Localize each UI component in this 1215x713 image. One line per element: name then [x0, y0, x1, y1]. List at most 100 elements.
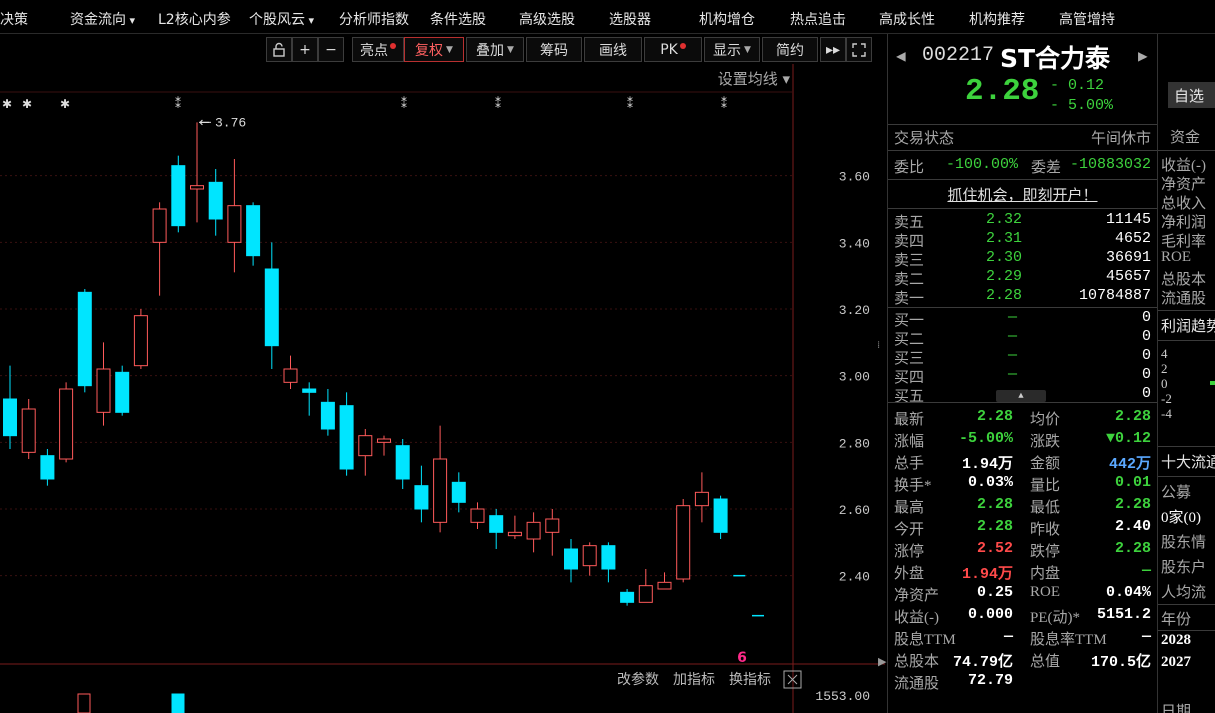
stat-row: 涨停 2.52 跌停 2.28	[894, 540, 1151, 560]
watchlist-button[interactable]: 自选	[1168, 82, 1215, 108]
event-marker-icon[interactable]: ⁑	[175, 96, 181, 111]
menu-item-10[interactable]: 高成长性	[879, 9, 935, 29]
ask-row[interactable]: 卖五 2.32 11145	[894, 211, 1151, 231]
menu-item-11[interactable]: 机构推荐	[969, 9, 1025, 29]
ask-row[interactable]: 卖一 2.28 10784887	[894, 287, 1151, 307]
stat-label: 股息率TTM	[1030, 632, 1107, 648]
arrow-head-icon: ←	[199, 115, 210, 130]
stat-label: 收益(-)	[894, 610, 939, 626]
stat-value: 2.52	[976, 540, 1013, 557]
price-tick-label: 2.40	[839, 570, 870, 585]
prev-stock-arrow-icon[interactable]: ◀	[896, 46, 906, 66]
stat-label: 涨停	[894, 544, 925, 560]
divider	[1158, 150, 1215, 151]
liangdian-button[interactable]: 亮点	[352, 37, 404, 62]
menu-item-12[interactable]: 高管增持	[1059, 9, 1115, 29]
stat-label: PE(动)*	[1030, 610, 1080, 626]
volume-bar	[171, 693, 185, 713]
stat-label: 今开	[894, 522, 925, 538]
kline-candle	[59, 388, 74, 460]
diejia-label: 叠加	[476, 42, 505, 59]
menu-item-8[interactable]: 机构增仓	[699, 9, 755, 29]
menu-item-2[interactable]: L2核心内参	[158, 9, 231, 29]
quote-panel: ◀ 002217 ST合力泰 ▶ 2.28 - 0.12 - 5.00% 交易状…	[887, 34, 1157, 713]
divider	[1158, 340, 1215, 341]
ask-row[interactable]: 卖二 2.29 45657	[894, 268, 1151, 288]
stat-label: 最高	[894, 500, 925, 516]
kline-chart[interactable]: 3.60 3.40 3.20 3.00 2.80 2.60 2.40 设置均线 ▾ ✱ ✱ ✱ ⁑ ⁑ ⁑…	[0, 64, 885, 713]
zoom-in-button[interactable]: +	[292, 37, 318, 62]
menu-item-0[interactable]: 决策	[0, 9, 28, 29]
stat-label: 涨幅	[894, 434, 925, 450]
bid-row[interactable]: 买一 — 0	[894, 309, 1151, 329]
kline-candle	[601, 545, 616, 570]
trade-status-label: 交易状态	[894, 131, 955, 148]
indicator-link-0[interactable]: 改参数	[617, 671, 659, 688]
finance-item: ROE	[1161, 249, 1191, 265]
indicator-link-2[interactable]: 换指标	[729, 671, 771, 688]
xianshi-dropdown[interactable]: 显示 ▼	[704, 37, 760, 62]
menu-item-4[interactable]: 分析师指数	[339, 9, 409, 29]
kline-candle	[358, 435, 373, 457]
divider	[888, 208, 1157, 209]
divider	[1158, 446, 1215, 447]
menu-item-3[interactable]: 个股风云 ▾	[249, 9, 314, 29]
bid-row[interactable]: 买二 — 0	[894, 328, 1151, 348]
finance-item: 毛利率	[1161, 234, 1207, 250]
ask-price: 2.29	[986, 268, 1023, 285]
finance-item: 总收入	[1161, 196, 1207, 212]
diejia-dropdown[interactable]: 叠加 ▼	[466, 37, 524, 62]
menu-item-6[interactable]: 高级选股	[519, 9, 575, 29]
stat-label: 跌停	[1030, 544, 1061, 560]
bid-row[interactable]: 买四 — 0	[894, 366, 1151, 386]
menu-item-5[interactable]: 条件选股	[430, 9, 486, 29]
event-marker-icon[interactable]: ⁑	[401, 96, 407, 111]
fullscreen-button[interactable]	[846, 37, 872, 62]
panel-splitter[interactable]: ⁞	[877, 340, 885, 356]
event-marker-icon[interactable]: ✱	[2, 97, 12, 111]
weicha-label: 委差	[1031, 160, 1062, 177]
kline-candle	[190, 185, 204, 190]
ask-row[interactable]: 卖三 2.30 36691	[894, 249, 1151, 269]
expand-panel-button[interactable]: ▸▸	[820, 37, 846, 62]
menu-item-7[interactable]: 选股器	[609, 9, 651, 29]
chouma-button[interactable]: 筹码	[526, 37, 582, 62]
stat-value: 2.28	[976, 496, 1013, 513]
stat-value: 2.28	[1114, 408, 1151, 425]
indicator-link-1[interactable]: 加指标	[673, 672, 715, 688]
stat-value: 0.04%	[1105, 584, 1151, 601]
liangdian-label: 亮点	[360, 42, 388, 59]
collapse-panel-arrow-icon[interactable]: ▶	[878, 655, 886, 673]
huaxian-button[interactable]: 画线	[584, 37, 642, 62]
menu-item-9[interactable]: 热点追击	[790, 9, 846, 29]
kline-candle	[582, 545, 597, 567]
axis-tick: 4	[1161, 346, 1168, 361]
event-marker-icon[interactable]: ⁑	[721, 96, 727, 111]
event-marker-icon[interactable]: ⁑	[627, 96, 633, 111]
event-marker-icon[interactable]: ✱	[22, 97, 32, 111]
fuquan-dropdown[interactable]: 复权 ▼	[404, 37, 464, 62]
finance-item: 净利润	[1161, 215, 1207, 231]
stat-value: 2.28	[1114, 496, 1151, 513]
pk-button[interactable]: PK	[644, 37, 702, 62]
stat-value: 1.94万	[961, 456, 1013, 473]
kline-candle	[694, 491, 709, 507]
stat-row: 外盘 1.94万 内盘 —	[894, 562, 1151, 583]
event-marker-icon[interactable]: ✱	[60, 97, 70, 111]
jianyue-button[interactable]: 简约	[762, 37, 818, 62]
kline-chart-svg[interactable]: 3.60 3.40 3.20 3.00 2.80 2.60 2.40 设置均线 ▾ ✱ ✱ ✱ ⁑ ⁑ ⁑…	[0, 64, 885, 713]
kline-candle	[133, 315, 148, 367]
stat-row: 最高 2.28 最低 2.28	[894, 496, 1151, 516]
bid-row[interactable]: 买三 — 0	[894, 347, 1151, 367]
menu-item-1[interactable]: 资金流向 ▾	[70, 9, 135, 29]
lock-button[interactable]	[266, 37, 292, 62]
zoom-out-button[interactable]: −	[318, 37, 344, 62]
open-account-banner[interactable]: 抓住机会，即刻开户！	[888, 184, 1157, 205]
event-marker-icon[interactable]: ⁑	[495, 96, 501, 111]
settings-ma-link[interactable]: 设置均线 ▾	[718, 70, 791, 88]
kline-candle	[657, 581, 672, 590]
kline-candle	[246, 205, 261, 257]
next-stock-arrow-icon[interactable]: ▶	[1138, 46, 1148, 66]
ask-row[interactable]: 卖四 2.31 4652	[894, 230, 1151, 250]
collapse-book-button[interactable]: ▲	[996, 390, 1046, 402]
